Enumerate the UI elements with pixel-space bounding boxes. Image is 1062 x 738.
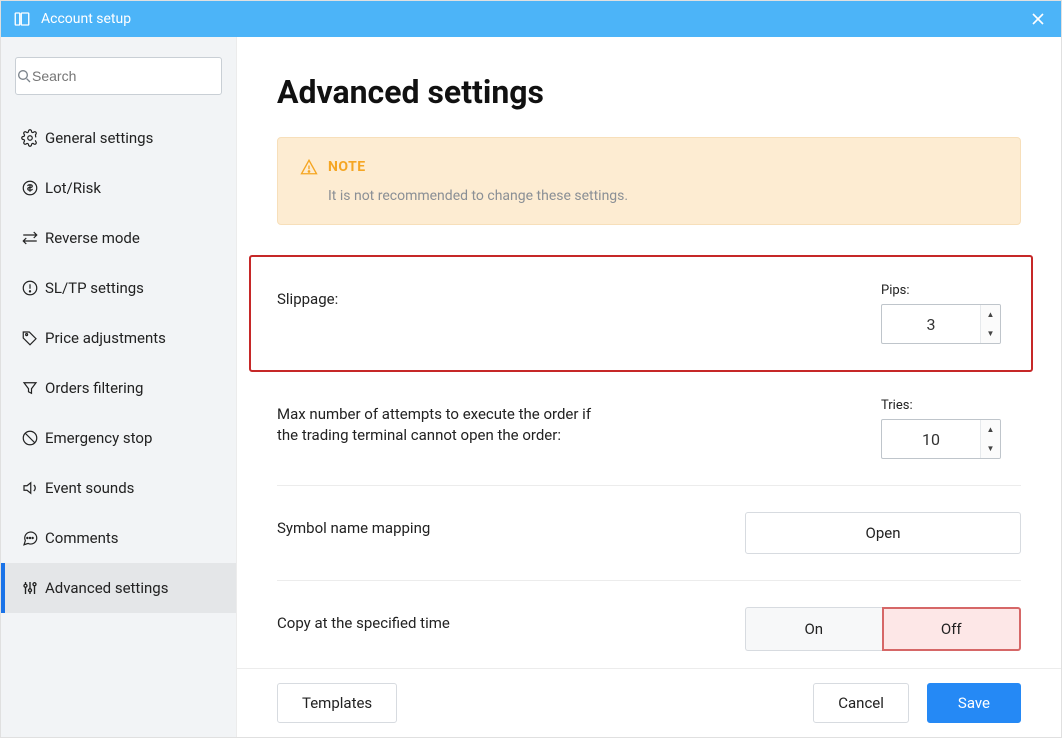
- templates-button[interactable]: Templates: [277, 683, 397, 723]
- window-root: Account setup: [0, 0, 1062, 738]
- search-field[interactable]: [15, 57, 222, 95]
- tries-step-down[interactable]: ▼: [981, 439, 1000, 458]
- copy-time-off[interactable]: Off: [882, 607, 1022, 651]
- sidebar-item-label: Comments: [45, 529, 222, 547]
- sidebar-item-label: Event sounds: [45, 479, 222, 497]
- setting-max-attempts: Max number of attempts to execute the or…: [277, 372, 1021, 485]
- note-heading-text: NOTE: [328, 159, 366, 175]
- content-scroll[interactable]: Advanced settings NOTE It is not recomme…: [237, 37, 1061, 668]
- sidebar-item-comments[interactable]: Comments: [1, 513, 236, 563]
- slippage-step-up[interactable]: ▲: [981, 305, 1000, 324]
- footer: Templates Cancel Save: [237, 668, 1061, 737]
- sidebar-item-label: Advanced settings: [45, 579, 222, 597]
- setting-copy-time: Copy at the specified time On Off: [277, 581, 1021, 651]
- filter-icon: [15, 379, 45, 397]
- sidebar-item-label: Emergency stop: [45, 429, 222, 447]
- slippage-value[interactable]: 3: [882, 305, 980, 343]
- slippage-field-title: Pips:: [881, 283, 1021, 298]
- search-input[interactable]: [32, 68, 223, 84]
- swap-icon: [15, 229, 45, 247]
- speaker-icon: [15, 479, 45, 497]
- note-body: It is not recommended to change these se…: [300, 188, 998, 204]
- titlebar: Account setup: [1, 1, 1061, 37]
- sidebar-item-label: Price adjustments: [45, 329, 222, 347]
- tries-step-up[interactable]: ▲: [981, 420, 1000, 439]
- copy-time-on[interactable]: On: [745, 607, 882, 651]
- sliders-icon: [15, 579, 45, 597]
- coin-icon: [15, 179, 45, 197]
- alert-circle-icon: [15, 279, 45, 297]
- search-icon: [16, 68, 32, 84]
- chat-icon: [15, 529, 45, 547]
- max-attempts-label: Max number of attempts to execute the or…: [277, 398, 597, 446]
- tries-value[interactable]: 10: [882, 420, 980, 458]
- sidebar-item-label: General settings: [45, 129, 222, 147]
- sidebar-item-emergency[interactable]: Emergency stop: [1, 413, 236, 463]
- slippage-stepper[interactable]: 3 ▲ ▼: [881, 304, 1001, 344]
- content-area: Advanced settings NOTE It is not recomme…: [237, 37, 1061, 737]
- note-heading: NOTE: [300, 158, 998, 176]
- no-icon: [15, 429, 45, 447]
- window-title: Account setup: [41, 11, 131, 27]
- slippage-step-down[interactable]: ▼: [981, 324, 1000, 343]
- body: General settings Lot/Risk Reverse mode: [1, 37, 1061, 737]
- copy-time-label: Copy at the specified time: [277, 607, 597, 634]
- sidebar-item-general[interactable]: General settings: [1, 113, 236, 163]
- setting-symbol-mapping: Symbol name mapping Open: [277, 486, 1021, 580]
- sidebar-item-label: Orders filtering: [45, 379, 222, 397]
- tag-icon: [15, 329, 45, 347]
- tries-field-title: Tries:: [881, 398, 1021, 413]
- cancel-button[interactable]: Cancel: [813, 683, 909, 723]
- sidebar: General settings Lot/Risk Reverse mode: [1, 37, 237, 737]
- sidebar-item-reverse[interactable]: Reverse mode: [1, 213, 236, 263]
- sidebar-item-label: Lot/Risk: [45, 179, 222, 197]
- sidebar-item-price[interactable]: Price adjustments: [1, 313, 236, 363]
- sidebar-item-sounds[interactable]: Event sounds: [1, 463, 236, 513]
- sidebar-item-filter[interactable]: Orders filtering: [1, 363, 236, 413]
- sidebar-item-sltp[interactable]: SL/TP settings: [1, 263, 236, 313]
- gear-icon: [15, 129, 45, 147]
- copy-time-toggle: On Off: [745, 607, 1021, 651]
- sidebar-item-label: SL/TP settings: [45, 279, 222, 297]
- close-button[interactable]: [1027, 8, 1049, 30]
- sidebar-nav: General settings Lot/Risk Reverse mode: [1, 113, 236, 613]
- app-icon: [13, 10, 31, 28]
- setting-slippage: Slippage: Pips: 3 ▲ ▼: [249, 255, 1033, 372]
- sidebar-item-lotrisk[interactable]: Lot/Risk: [1, 163, 236, 213]
- symbol-mapping-label: Symbol name mapping: [277, 512, 597, 539]
- warning-icon: [300, 158, 318, 176]
- note-box: NOTE It is not recommended to change the…: [277, 137, 1021, 225]
- sidebar-item-advanced[interactable]: Advanced settings: [1, 563, 236, 613]
- sidebar-item-label: Reverse mode: [45, 229, 222, 247]
- symbol-mapping-open-button[interactable]: Open: [745, 512, 1021, 554]
- slippage-label: Slippage:: [277, 283, 597, 310]
- tries-stepper[interactable]: 10 ▲ ▼: [881, 419, 1001, 459]
- save-button[interactable]: Save: [927, 683, 1021, 723]
- page-title: Advanced settings: [277, 73, 1021, 111]
